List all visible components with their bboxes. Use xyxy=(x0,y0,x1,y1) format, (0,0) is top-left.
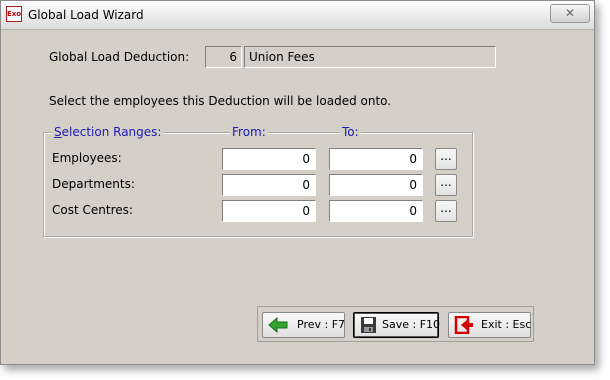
prev-button[interactable]: Prev : F7 xyxy=(262,312,345,338)
cost-centres-to-input[interactable]: 0 xyxy=(329,200,423,222)
wizard-button-bar: Prev : F7 Save : F10 Exit : Esc xyxy=(257,306,534,342)
exit-button-label: Exit : Esc xyxy=(481,318,532,331)
departments-from-input[interactable]: 0 xyxy=(222,174,316,196)
employees-to-input[interactable]: 0 xyxy=(329,148,423,170)
departments-to-input[interactable]: 0 xyxy=(329,174,423,196)
window-title: Global Load Wizard xyxy=(28,8,144,22)
selection-ranges-legend: Selection Ranges: xyxy=(52,125,164,139)
instruction-text: Select the employees this Deduction will… xyxy=(49,94,392,108)
save-disk-icon xyxy=(361,317,376,333)
deduction-code-field: 6 xyxy=(205,46,242,68)
cost-centres-from-input[interactable]: 0 xyxy=(222,200,316,222)
prev-arrow-icon xyxy=(268,316,288,334)
from-header: From: xyxy=(230,125,268,139)
close-icon: ✕ xyxy=(564,6,576,20)
dialog-window: Exo Global Load Wizard ✕ Global Load Ded… xyxy=(0,0,595,365)
exit-door-icon xyxy=(454,316,473,334)
exit-button[interactable]: Exit : Esc xyxy=(448,312,531,338)
deduction-name-field: Union Fees xyxy=(244,46,496,68)
save-button[interactable]: Save : F10 xyxy=(353,312,441,338)
cost-centres-lookup-button[interactable]: ... xyxy=(435,200,457,222)
row-label-cost-centres: Cost Centres: xyxy=(52,203,133,217)
exo-app-icon[interactable]: Exo xyxy=(6,6,22,22)
close-button[interactable]: ✕ xyxy=(550,4,590,23)
title-bar[interactable]: Exo Global Load Wizard ✕ xyxy=(1,1,594,30)
legend-text: election Ranges: xyxy=(61,125,162,139)
to-header: To: xyxy=(340,125,361,139)
row-label-employees: Employees: xyxy=(52,151,122,165)
save-button-label: Save : F10 xyxy=(382,318,441,331)
deduction-label: Global Load Deduction: xyxy=(49,50,190,64)
employees-lookup-button[interactable]: ... xyxy=(435,148,457,170)
departments-lookup-button[interactable]: ... xyxy=(435,174,457,196)
legend-mnemonic: S xyxy=(54,125,62,139)
prev-button-label: Prev : F7 xyxy=(297,318,346,331)
employees-from-input[interactable]: 0 xyxy=(222,148,316,170)
row-label-departments: Departments: xyxy=(52,177,135,191)
